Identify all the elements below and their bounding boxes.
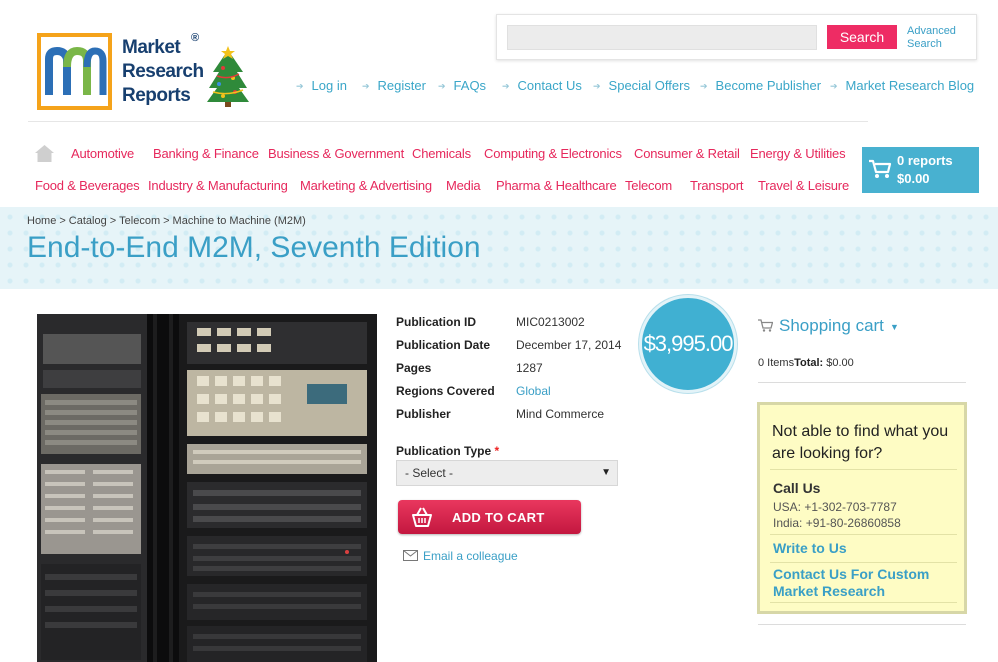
category-industry-manufacturing[interactable]: Industry & Manufacturing xyxy=(148,178,288,193)
category-business-government[interactable]: Business & Government xyxy=(268,146,404,161)
divider xyxy=(770,562,957,563)
faqs-link[interactable]: ➔ FAQs xyxy=(438,78,486,93)
category-chemicals[interactable]: Chemicals xyxy=(412,146,471,161)
category-transport[interactable]: Transport xyxy=(690,178,744,193)
divider xyxy=(770,602,957,603)
envelope-icon xyxy=(403,550,418,561)
become-publisher-link[interactable]: ➔ Become Publisher xyxy=(700,78,821,93)
contact-us-link[interactable]: ➔ Contact Us xyxy=(502,78,582,93)
basket-icon xyxy=(412,507,432,527)
chevron-down-icon: ▼ xyxy=(601,467,611,478)
detail-regions: Regions Covered Global xyxy=(396,384,551,398)
search-box: Search Advanced Search xyxy=(496,14,977,60)
breadcrumb-catalog[interactable]: Catalog xyxy=(69,215,107,227)
category-automotive[interactable]: Automotive xyxy=(71,146,134,161)
advanced-search-link[interactable]: Advanced Search xyxy=(907,25,956,51)
call-us-heading: Call Us xyxy=(773,480,821,496)
price-badge: $3,995.00 xyxy=(639,295,737,393)
special-offers-link[interactable]: ➔ Special Offers xyxy=(593,78,690,93)
header-cart[interactable]: 0 reports $0.00 xyxy=(862,147,979,193)
search-input[interactable] xyxy=(507,25,817,50)
divider xyxy=(770,469,957,470)
publication-type-label: Publication Type * xyxy=(396,444,500,458)
breadcrumb-m2m[interactable]: Machine to Machine (M2M) xyxy=(173,215,306,227)
category-food-beverages[interactable]: Food & Beverages xyxy=(35,178,140,193)
cart-icon xyxy=(758,319,773,332)
category-pharma-healthcare[interactable]: Pharma & Healthcare xyxy=(496,178,617,193)
registered-mark: ® xyxy=(191,32,200,44)
arrow-icon: ➔ xyxy=(502,81,510,91)
divider xyxy=(770,534,957,535)
category-consumer-retail[interactable]: Consumer & Retail xyxy=(634,146,740,161)
cart-amount: $0.00 xyxy=(897,171,930,186)
shopping-cart-summary: 0 ItemsTotal: $0.00 xyxy=(758,357,854,369)
custom-research-link[interactable]: Contact Us For Custom Market Research xyxy=(773,566,958,600)
divider xyxy=(758,382,966,383)
help-question: Not able to find what you are looking fo… xyxy=(772,423,949,462)
logo-text: Market Research Reports xyxy=(122,37,204,106)
breadcrumb: Home > Catalog > Telecom > Machine to Machine … xyxy=(27,215,306,227)
detail-publication-date: Publication Date December 17, 2014 xyxy=(396,338,622,352)
arrow-icon: ➔ xyxy=(438,81,446,91)
cart-icon xyxy=(869,159,892,178)
arrow-icon: ➔ xyxy=(362,81,370,91)
category-banking-finance[interactable]: Banking & Finance xyxy=(153,146,259,161)
search-button[interactable]: Search xyxy=(827,25,897,49)
category-computing-electronics[interactable]: Computing & Electronics xyxy=(484,146,622,161)
category-travel-leisure[interactable]: Travel & Leisure xyxy=(758,178,849,193)
detail-publisher: Publisher Mind Commerce xyxy=(396,407,605,421)
add-to-cart-button[interactable]: ADD TO CART xyxy=(398,500,581,534)
arrow-icon: ➔ xyxy=(700,81,708,91)
chevron-down-icon: ▼ xyxy=(890,322,899,332)
category-media[interactable]: Media xyxy=(446,178,481,193)
arrow-icon: ➔ xyxy=(830,81,838,91)
divider xyxy=(758,624,966,625)
detail-publication-id: Publication ID MIC0213002 xyxy=(396,315,585,329)
register-link[interactable]: ➔ Register xyxy=(362,78,426,93)
category-marketing-advertising[interactable]: Marketing & Advertising xyxy=(300,178,432,193)
category-telecom[interactable]: Telecom xyxy=(625,178,672,193)
breadcrumb-home[interactable]: Home xyxy=(27,215,56,227)
india-phone: India: +91-80-26860858 xyxy=(773,516,901,530)
help-box: Not able to find what you are looking fo… xyxy=(757,402,967,614)
christmas-tree-icon xyxy=(207,46,249,107)
arrow-icon: ➔ xyxy=(593,81,601,91)
arrow-icon: ➔ xyxy=(296,81,304,91)
breadcrumb-telecom[interactable]: Telecom xyxy=(119,215,160,227)
home-icon[interactable] xyxy=(35,145,54,162)
publication-type-select[interactable]: - Select - ▼ xyxy=(396,460,618,486)
logo-mark xyxy=(37,33,112,110)
market-research-blog-link[interactable]: ➔ Market Research Blog xyxy=(830,78,974,93)
regions-link[interactable]: Global xyxy=(516,384,551,398)
title-banner: Home > Catalog > Telecom > Machine to Machine … xyxy=(0,207,998,289)
write-to-us-link[interactable]: Write to Us xyxy=(773,540,847,557)
cart-reports-count: 0 reports xyxy=(897,153,953,168)
header-divider xyxy=(28,121,868,122)
product-image xyxy=(37,314,377,662)
page-title: End-to-End M2M, Seventh Edition xyxy=(27,231,481,264)
category-energy-utilities[interactable]: Energy & Utilities xyxy=(750,146,846,161)
site-logo[interactable]: Market Research Reports ® xyxy=(37,32,252,114)
usa-phone: USA: +1-302-703-7787 xyxy=(773,500,897,514)
detail-pages: Pages 1287 xyxy=(396,361,543,375)
login-link[interactable]: ➔ Log in xyxy=(296,78,347,93)
